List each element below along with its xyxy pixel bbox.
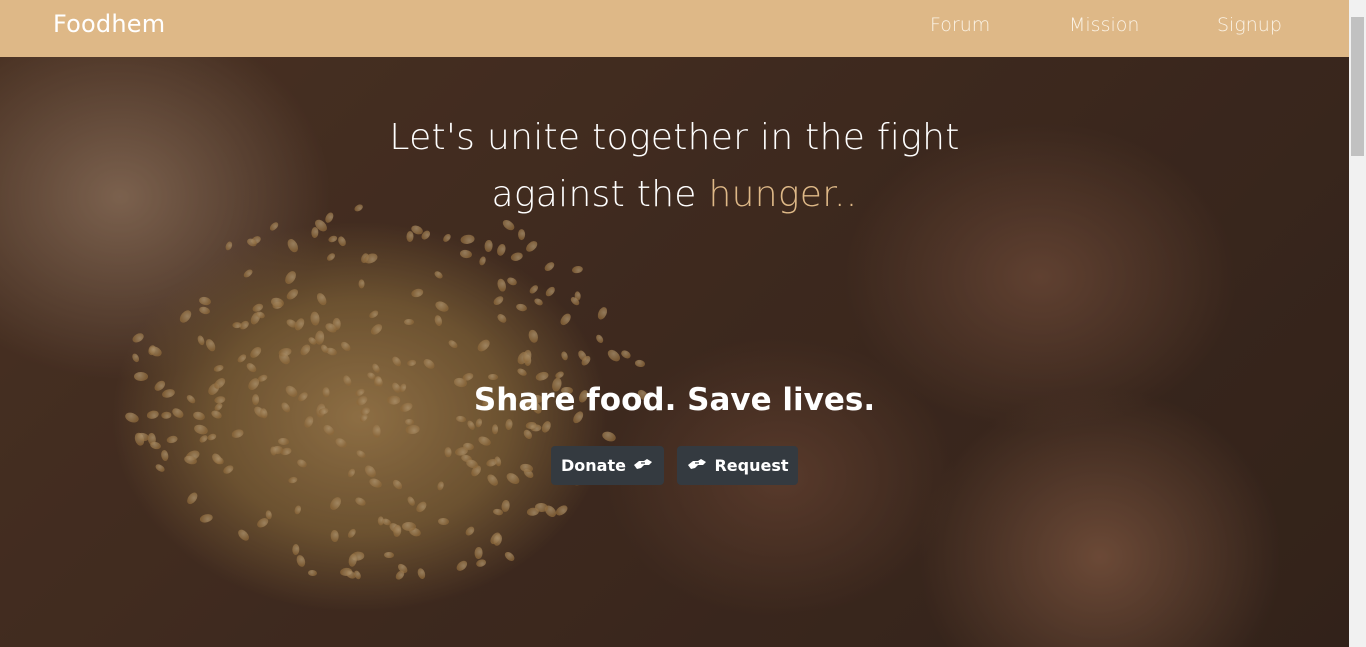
hands-helping-icon [686,456,708,476]
hero-headline: Let's unite together in the fight agains… [0,109,1349,223]
vertical-scrollbar[interactable] [1349,0,1366,647]
brand-logo[interactable]: Foodhem [53,10,165,38]
headline-line-2: against the [491,174,709,215]
request-button[interactable]: Request [677,446,798,485]
nav-link-mission[interactable]: Mission [1069,14,1139,36]
nav-link-signup[interactable]: Signup [1217,14,1282,36]
hero-tagline: Share food. Save lives. [473,382,876,418]
nav-link-forum[interactable]: Forum [930,14,990,36]
headline-line-1: Let's unite together in the fight [389,117,960,158]
headline-accent: hunger.. [708,174,858,215]
request-button-label: Request [714,456,789,475]
scrollbar-thumb[interactable] [1351,17,1364,156]
navbar: Foodhem Forum Mission Signup [0,0,1349,57]
donate-button-label: Donate [561,456,626,475]
hero-section: Let's unite together in the fight agains… [0,57,1349,647]
donate-button[interactable]: Donate [551,446,664,485]
hands-helping-icon [632,456,654,476]
